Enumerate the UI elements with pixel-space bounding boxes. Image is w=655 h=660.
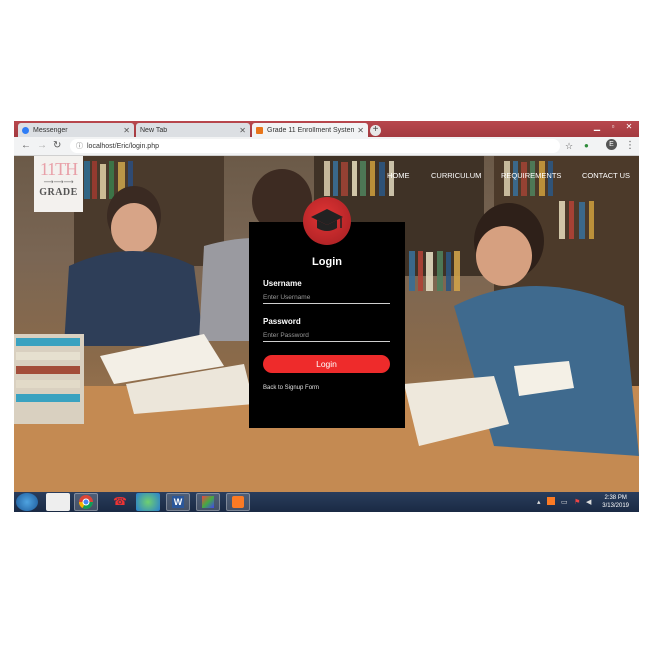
close-icon[interactable]: ✕ — [239, 126, 246, 135]
back-icon[interactable]: ← — [21, 140, 31, 152]
logo-word: GRADE — [39, 187, 78, 198]
profile-avatar-icon[interactable]: E — [606, 139, 617, 150]
close-icon[interactable]: ✕ — [357, 126, 364, 135]
messenger-icon — [22, 126, 29, 134]
taskbar-network-icon[interactable] — [136, 493, 160, 511]
taskbar-word-icon[interactable]: W — [166, 493, 190, 511]
tab-messenger[interactable]: Messenger ✕ — [18, 123, 134, 137]
tab-title: Grade 11 Enrollment System — [267, 126, 355, 134]
taskbar-chrome-icon[interactable] — [74, 493, 98, 511]
tray-expand-icon[interactable]: ▴ — [537, 498, 541, 506]
tray-flag-icon[interactable]: ⚑ — [574, 498, 580, 506]
address-bar[interactable]: ⓘ localhost/Eric/login.php — [70, 139, 560, 153]
nav-home[interactable]: HOME — [387, 171, 410, 180]
bookmark-star-icon[interactable]: ☆ — [565, 140, 573, 152]
graduation-cap-badge — [303, 197, 351, 245]
taskbar-document-icon[interactable] — [46, 493, 70, 511]
browser-window: Messenger ✕ New Tab ✕ Grade 11 Enrollmen… — [14, 121, 639, 512]
clock-date: 3/13/2019 — [602, 503, 629, 509]
nav-contact-us[interactable]: CONTACT US — [582, 171, 630, 180]
url-text: localhost/Eric/login.php — [87, 142, 159, 150]
browser-toolbar: ← → ↻ ⓘ localhost/Eric/login.php ☆ ● E ⋮ — [14, 137, 639, 156]
tab-strip: Messenger ✕ New Tab ✕ Grade 11 Enrollmen… — [14, 121, 639, 137]
reload-icon[interactable]: ↻ — [53, 140, 61, 152]
close-window-button[interactable]: ✕ — [622, 122, 636, 132]
tab-enrollment-system[interactable]: Grade 11 Enrollment System ✕ — [252, 123, 368, 137]
graduation-cap-icon — [311, 209, 343, 231]
chrome-icon — [79, 495, 93, 509]
site-logo[interactable]: 11TH ⟶⟶⟶ GRADE — [34, 156, 83, 212]
xampp-icon — [232, 496, 244, 508]
forward-icon[interactable]: → — [37, 140, 47, 152]
taskbar-clock[interactable]: 2:38 PM 3/13/2019 — [602, 494, 629, 510]
password-input[interactable] — [263, 330, 390, 342]
start-button[interactable] — [16, 493, 38, 511]
tray-monitor-icon[interactable]: ▭ — [561, 498, 568, 506]
tray-xampp-icon[interactable] — [547, 497, 555, 505]
username-input[interactable] — [263, 292, 390, 304]
page-viewport: 11TH ⟶⟶⟶ GRADE HOME CURRICULUM REQUIREME… — [14, 156, 639, 492]
tab-title: Messenger — [33, 126, 68, 134]
minimize-button[interactable]: ▁ — [590, 122, 604, 132]
info-icon: ⓘ — [76, 143, 83, 150]
maximize-button[interactable]: ▫ — [606, 122, 620, 132]
login-button[interactable]: Login — [263, 355, 390, 373]
new-tab-button[interactable]: + — [370, 125, 381, 136]
taskbar-xampp-icon[interactable] — [226, 493, 250, 511]
paint-icon — [202, 496, 214, 508]
close-icon[interactable]: ✕ — [123, 126, 130, 135]
password-label: Password — [263, 317, 301, 326]
word-icon: W — [172, 496, 184, 508]
tab-new-tab[interactable]: New Tab ✕ — [136, 123, 250, 137]
username-label: Username — [263, 279, 302, 288]
menu-icon[interactable]: ⋮ — [625, 140, 635, 152]
signup-link[interactable]: Back to Signup Form — [263, 385, 319, 391]
xampp-icon — [256, 126, 263, 134]
windows-taskbar: ☎ W ▴ ▭ ⚑ ◀ 2:38 PM 3/13/2019 — [14, 492, 639, 512]
clock-time: 2:38 PM — [604, 495, 627, 501]
nav-requirements[interactable]: REQUIREMENTS — [501, 171, 561, 180]
taskbar-paint-icon[interactable] — [196, 493, 220, 511]
site-navigation: HOME CURRICULUM REQUIREMENTS CONTACT US — [14, 171, 639, 183]
tray-volume-icon[interactable]: ◀ — [586, 498, 591, 506]
login-title: Login — [312, 256, 342, 268]
extension-icon[interactable]: ● — [584, 140, 589, 152]
tab-title: New Tab — [140, 126, 168, 134]
nav-curriculum[interactable]: CURRICULUM — [431, 171, 481, 180]
taskbar-app-icon[interactable]: ☎ — [108, 493, 132, 511]
